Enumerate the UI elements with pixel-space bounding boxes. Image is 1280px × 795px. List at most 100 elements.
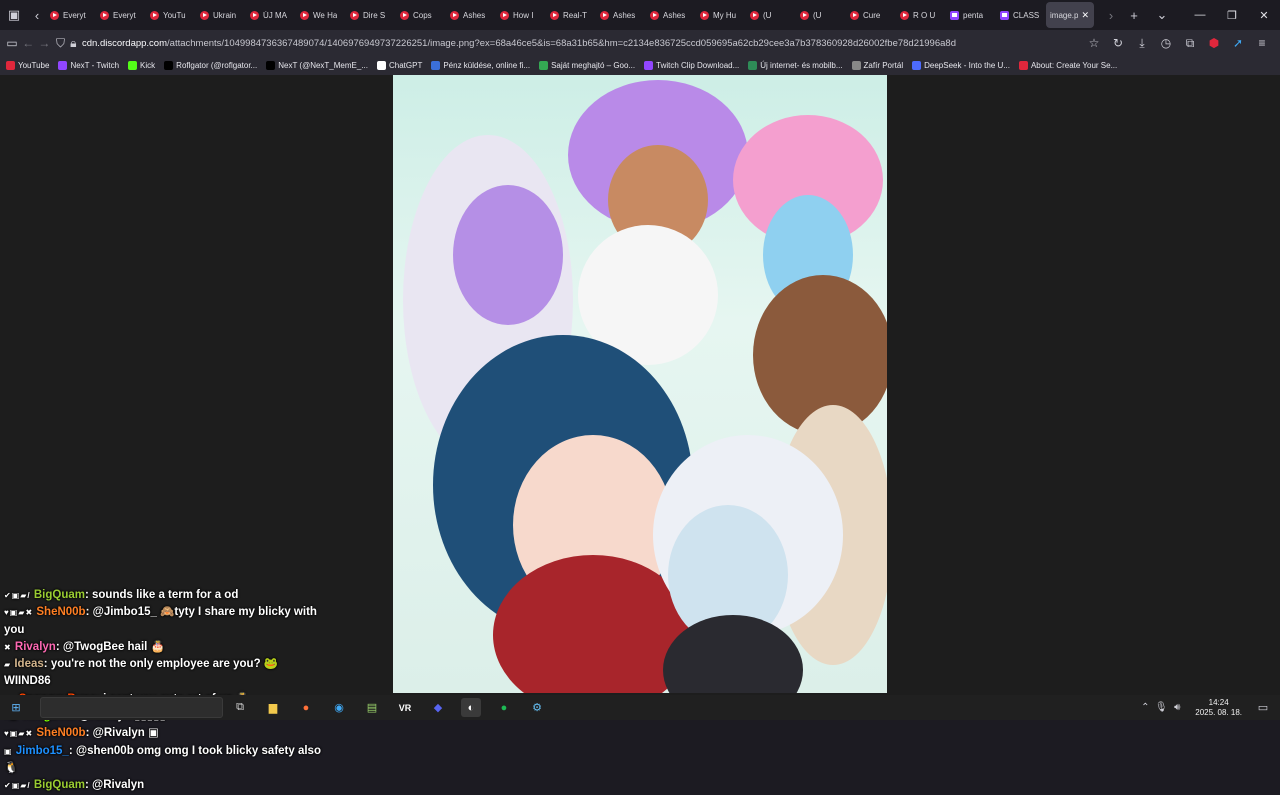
minimize-icon[interactable]: — — [1184, 0, 1216, 30]
tab-overview-icon[interactable]: ▣ — [0, 0, 28, 30]
sidebar-toggle-icon[interactable]: ▭ — [4, 31, 20, 55]
tab-label: Ashes — [613, 10, 636, 20]
shield-icon[interactable]: ⛉ — [52, 31, 68, 55]
lock-icon[interactable]: 🔒︎ — [69, 31, 78, 55]
chat-username[interactable]: BigQuam — [34, 589, 85, 601]
close-tab-icon[interactable]: ✕ — [1081, 10, 1089, 21]
tab[interactable]: CLASS — [996, 2, 1046, 28]
tab[interactable]: How I — [496, 2, 546, 28]
bookmarks-bar: YouTube NexT - Twitch Kick Roflgator (@rofl… — [0, 56, 1280, 75]
tab[interactable]: R O U — [896, 2, 946, 28]
chat-username[interactable]: Jimbo15_ — [16, 745, 69, 757]
back-icon[interactable]: ← — [20, 31, 36, 55]
reload-icon[interactable]: ↻ — [1106, 31, 1130, 55]
tab-label: Ashes — [663, 10, 686, 20]
tab[interactable]: Cure — [846, 2, 896, 28]
bookmark-label: About: Create Your Se... — [1030, 61, 1118, 70]
tab[interactable]: Dire S — [346, 2, 396, 28]
notepad-icon[interactable]: ▤ — [362, 698, 382, 717]
chat-username[interactable]: BigQuam — [34, 779, 85, 791]
tab[interactable]: My Hu — [696, 2, 746, 28]
list-all-tabs-icon[interactable]: ⌄ — [1148, 0, 1176, 30]
chat-username[interactable]: SheN00b — [36, 606, 85, 618]
bookmark-star-icon[interactable]: ☆ — [1082, 31, 1106, 55]
bookmark-item[interactable]: Roflgator (@roflgator... — [164, 61, 257, 70]
tab-label: YouTu — [163, 10, 186, 20]
scroll-tabs-right-icon[interactable]: › — [1102, 0, 1120, 30]
steam-icon[interactable]: ⚙ — [527, 698, 547, 717]
edge-icon[interactable]: ◉ — [329, 698, 349, 717]
tab[interactable]: We Ha — [296, 2, 346, 28]
volume-icon[interactable]: 🔊︎ — [1169, 696, 1185, 720]
bookmark-item[interactable]: Saját meghajtó – Goo... — [539, 61, 635, 70]
bookmark-item[interactable]: Kick — [128, 61, 155, 70]
chat-text: @TwogBee hail 🎂 — [62, 640, 165, 653]
chat-username[interactable]: Ideas — [14, 658, 43, 670]
ublock-icon[interactable]: ⬢ — [1202, 31, 1226, 55]
clock[interactable]: 14:24 2025. 08. 18. — [1195, 698, 1242, 718]
menu-icon[interactable]: ≡ — [1250, 31, 1274, 55]
downloads-icon[interactable]: ⤓ — [1130, 31, 1154, 55]
bookmark-item[interactable]: ChatGPT — [377, 61, 422, 70]
firefox-icon[interactable]: ● — [296, 698, 316, 717]
tab[interactable]: Cops — [396, 2, 446, 28]
system-tray: ⌃ 🎙︎ 🔊︎ 14:24 2025. 08. 18. ▭ — [1137, 695, 1280, 720]
chat-text: you're not the only employee are you? 🐸 … — [4, 658, 279, 688]
bookmark-item[interactable]: YouTube — [6, 61, 49, 70]
tab-active[interactable]: image.p ✕ — [1046, 2, 1094, 28]
tray-overflow-icon[interactable]: ⌃ — [1137, 696, 1153, 720]
start-icon[interactable]: ⊞ — [6, 698, 26, 717]
task-view-icon[interactable]: ⧉ — [230, 698, 250, 717]
tab[interactable]: penta — [946, 2, 996, 28]
chat-username[interactable]: Rivalyn — [15, 641, 56, 653]
extension-icon[interactable]: ➚ — [1226, 31, 1250, 55]
youtube-favicon-icon — [350, 10, 359, 20]
bookmark-item[interactable]: NexT (@NexT_MemE_... — [266, 61, 368, 70]
bookmark-label: NexT (@NexT_MemE_... — [278, 61, 368, 70]
bookmark-item[interactable]: Twitch Clip Download... — [644, 61, 739, 70]
tab[interactable]: Everyt — [96, 2, 146, 28]
bookmark-label: Kick — [140, 61, 156, 70]
bookmark-item[interactable]: Új internet- és mobilb... — [748, 61, 843, 70]
bookmark-item[interactable]: DeepSeek - Into the U... — [912, 61, 1010, 70]
bookmark-item[interactable]: Zafír Portál — [851, 61, 903, 70]
youtube-favicon-icon — [450, 10, 459, 20]
spotify-icon[interactable]: ● — [494, 698, 514, 717]
file-explorer-icon[interactable]: ▆ — [263, 698, 283, 717]
youtube-favicon-icon — [600, 10, 609, 20]
microphone-icon[interactable]: 🎙︎ — [1153, 696, 1169, 720]
url-host: cdn.discordapp.com — [81, 37, 168, 49]
tab-label: CLASS — [1013, 10, 1040, 20]
history-icon[interactable]: ◷ — [1154, 31, 1178, 55]
taskbar-search[interactable] — [40, 697, 223, 718]
extensions-icon[interactable]: ⧉ — [1178, 31, 1202, 55]
tab[interactable]: Ashes — [646, 2, 696, 28]
restore-icon[interactable]: ❐ — [1216, 0, 1248, 30]
new-tab-icon[interactable]: + — [1120, 0, 1148, 30]
artwork-image[interactable] — [393, 75, 887, 693]
tab-label: Ukrain — [213, 10, 237, 20]
obs-icon[interactable]: ◐ — [461, 698, 481, 717]
bookmark-item[interactable]: NexT - Twitch — [58, 61, 119, 70]
tab[interactable]: Ukrain — [196, 2, 246, 28]
tab[interactable]: YouTu — [146, 2, 196, 28]
bookmark-item[interactable]: About: Create Your Se... — [1018, 61, 1118, 70]
discord-icon[interactable]: ◆ — [428, 698, 448, 717]
tab[interactable]: Everyt — [46, 2, 96, 28]
tab-label: Real-T — [563, 10, 588, 20]
bookmark-favicon-icon — [748, 61, 758, 70]
bookmark-item[interactable]: Pénz küldése, online fi... — [431, 61, 530, 70]
scroll-tabs-left-icon[interactable]: ‹ — [28, 0, 46, 30]
tab[interactable]: Ashes — [596, 2, 646, 28]
tab[interactable]: (U — [746, 2, 796, 28]
tab[interactable]: ÚJ MA — [246, 2, 296, 28]
tab[interactable]: Real-T — [546, 2, 596, 28]
forward-icon[interactable]: → — [36, 31, 52, 55]
url-bar[interactable]: cdn.discordapp.com/attachments/104998473… — [82, 31, 1082, 55]
chat-username[interactable]: SheN00b — [36, 727, 85, 739]
vr-icon[interactable]: VR — [395, 698, 415, 717]
tab[interactable]: Ashes — [446, 2, 496, 28]
tab[interactable]: (U — [796, 2, 846, 28]
notifications-icon[interactable]: ▭ — [1252, 696, 1274, 720]
close-window-icon[interactable]: ✕ — [1248, 0, 1280, 30]
